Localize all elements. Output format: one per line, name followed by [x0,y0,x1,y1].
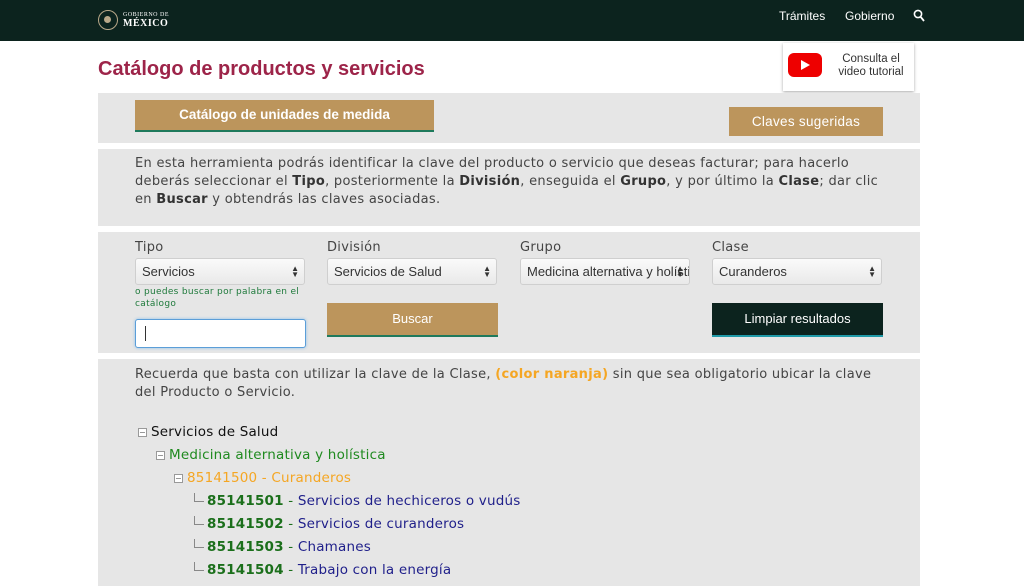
tipo-select[interactable]: Servicios ▲ ▼ [135,258,305,285]
tree-node-product[interactable]: 85141503 - Chamanes [194,539,371,555]
tree-branch-line [194,516,204,525]
video-tutorial-button[interactable]: Consulta el video tutorial [783,43,914,91]
tree-node-product[interactable]: 85141501 - Servicios de hechiceros o vud… [194,493,521,509]
collapse-icon[interactable]: − [138,428,147,437]
tree-branch-line [194,562,204,571]
logo-line1: GOBIERNO DE [123,11,169,18]
gobierno-mexico-logo[interactable]: GOBIERNO DE MÉXICO [98,9,169,31]
top-actions-panel: Catálogo de unidades de medida Claves su… [98,93,920,143]
nav-link-tramites[interactable]: Trámites [779,9,825,23]
page-title: Catálogo de productos y servicios [98,58,425,80]
tree-node-class[interactable]: −85141500 - Curanderos [174,470,351,486]
search-icon[interactable] [913,9,925,23]
results-panel: Recuerda que basta con utilizar la clave… [98,359,920,586]
keyword-search-input[interactable] [135,319,306,348]
top-navbar: GOBIERNO DE MÉXICO Trámites Gobierno [0,0,1024,41]
text-caret [145,326,146,341]
instructions-panel: En esta herramienta podrás identificar l… [98,149,920,226]
tipo-label: Tipo [135,240,164,255]
division-label: División [327,240,381,255]
suggested-keys-button[interactable]: Claves sugeridas [729,107,883,136]
select-arrows-icon: ▲ ▼ [676,264,684,279]
coat-of-arms-icon [98,10,118,30]
collapse-icon[interactable]: − [174,474,183,483]
logo-line2: MÉXICO [123,17,169,29]
collapse-icon[interactable]: − [156,451,165,460]
reminder-text: Recuerda que basta con utilizar la clave… [135,367,872,400]
nav-link-gobierno[interactable]: Gobierno [845,9,894,23]
tree-branch-line [194,539,204,548]
tree-node-group[interactable]: − Medicina alternativa y holística [156,447,386,463]
search-button[interactable]: Buscar [327,303,498,337]
clase-label: Clase [712,240,749,255]
tree-node-product[interactable]: 85141502 - Servicios de curanderos [194,516,464,532]
instructions-text: En esta herramienta podrás identificar l… [135,156,879,207]
select-arrows-icon: ▲ ▼ [483,264,491,279]
video-tutorial-label: Consulta el video tutorial [838,53,904,78]
grupo-label: Grupo [520,240,562,255]
select-arrows-icon: ▲ ▼ [868,264,876,279]
division-select[interactable]: Servicios de Salud ▲ ▼ [327,258,497,285]
grupo-select[interactable]: Medicina alternativa y holística ▲ ▼ [520,258,690,285]
select-arrows-icon: ▲ ▼ [291,264,299,279]
clase-select[interactable]: Curanderos ▲ ▼ [712,258,882,285]
search-hint: o puedes buscar por palabra en el catálo… [135,287,300,309]
units-catalog-button[interactable]: Catálogo de unidades de medida [135,100,434,132]
clear-results-button[interactable]: Limpiar resultados [712,303,883,337]
tree-node-division[interactable]: − Servicios de Salud [138,424,278,440]
youtube-icon [788,53,822,77]
tree-branch-line [194,493,204,502]
filters-panel: Tipo Servicios ▲ ▼ División Servicios de … [98,232,920,353]
tree-node-product[interactable]: 85141504 - Trabajo con la energía [194,562,451,578]
